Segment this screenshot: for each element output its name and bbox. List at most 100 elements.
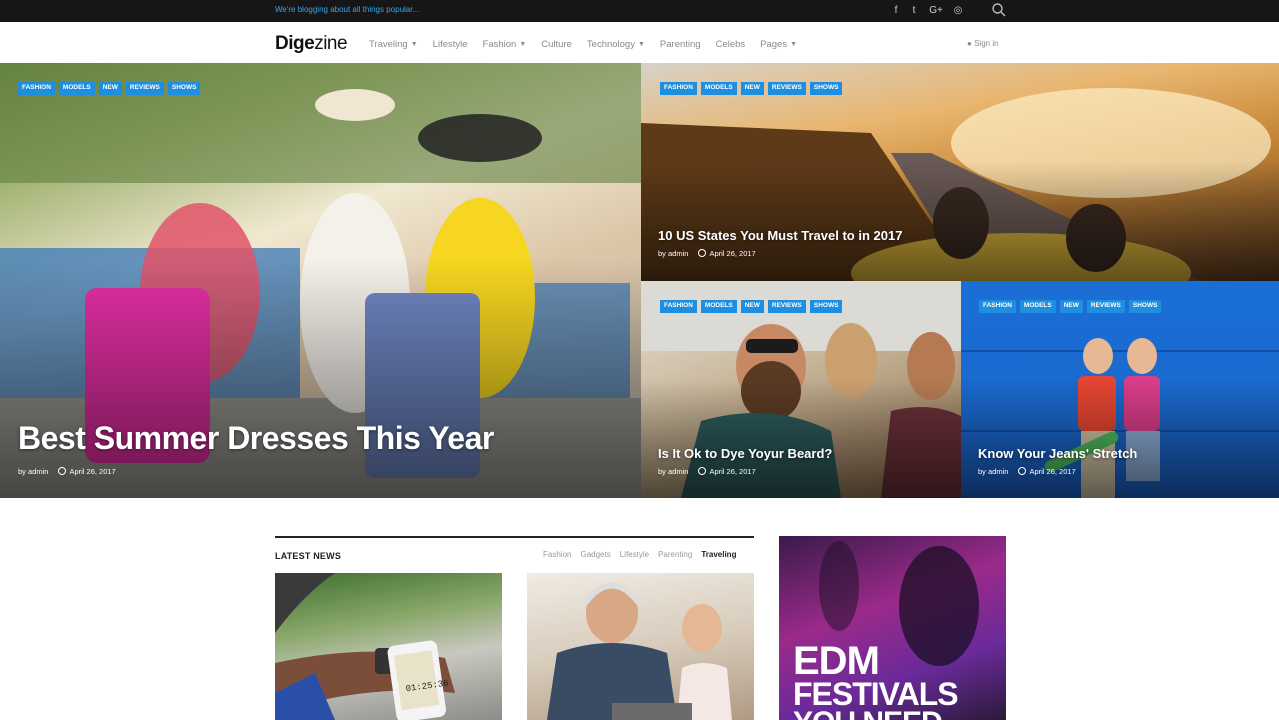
tag-models[interactable]: MODELS [700, 82, 737, 95]
tag-reviews[interactable]: REVIEWS [125, 82, 164, 95]
nav-item-lifestyle[interactable]: Lifestyle [433, 39, 468, 50]
hero-travel-title[interactable]: 10 US States You Must Travel to in 2017 [658, 228, 902, 243]
hero-main-tags: FASHION MODELS NEW REVIEWS SHOWS [18, 82, 201, 95]
hero-beard-meta: by admin April 26, 2017 [658, 467, 756, 476]
post-date-text: April 26, 2017 [709, 467, 756, 476]
chevron-down-icon: ▼ [790, 41, 798, 48]
tab-traveling[interactable]: Traveling [701, 550, 736, 559]
sign-in-label: Sign in [974, 39, 999, 48]
tag-new[interactable]: NEW [740, 82, 764, 95]
user-icon: ● [967, 39, 972, 48]
news-card-fitness-image: 01:25:36 [275, 573, 455, 720]
hero-travel-shade [641, 161, 1279, 281]
hero-jeans-tags: FASHION MODELS NEW REVIEWS SHOWS [979, 300, 1162, 313]
tag-models[interactable]: MODELS [700, 300, 737, 313]
tag-reviews[interactable]: REVIEWS [1086, 300, 1125, 313]
nav-item-label: Technology [586, 39, 635, 50]
nav-item-label: Parenting [659, 39, 701, 50]
hero-main-title[interactable]: Best Summer Dresses This Year [18, 420, 494, 457]
tag-fashion[interactable]: FASHION [979, 300, 1016, 313]
nav-item-pages[interactable]: Pages ▼ [760, 39, 797, 50]
hero-jeans-meta: by admin April 26, 2017 [978, 467, 1076, 476]
sign-in-link[interactable]: ● Sign in [967, 39, 999, 48]
tag-fashion[interactable]: FASHION [660, 300, 697, 313]
post-date: April 26, 2017 [698, 249, 756, 258]
chevron-down-icon: ▼ [410, 41, 418, 48]
news-card-parenting-image [547, 582, 732, 720]
hero-beard-tags: FASHION MODELS NEW REVIEWS SHOWS [660, 300, 843, 313]
post-date-text: April 26, 2017 [69, 467, 116, 476]
chevron-down-icon: ▼ [637, 41, 645, 48]
news-card-parenting[interactable] [527, 573, 754, 720]
nav-item-fashion[interactable]: Fashion ▼ [483, 39, 527, 50]
hero-jeans-title[interactable]: Know Your Jeans' Stretch [978, 446, 1137, 461]
nav-item-technology[interactable]: Technology ▼ [587, 39, 645, 50]
tag-reviews[interactable]: REVIEWS [767, 300, 806, 313]
ad-line-3: YOU NEED [793, 708, 943, 720]
post-date-text: April 26, 2017 [1029, 467, 1076, 476]
hero-tile-travel[interactable]: FASHION MODELS NEW REVIEWS SHOWS 10 US S… [641, 63, 1279, 281]
nav-item-label: Pages [760, 39, 788, 50]
post-date: April 26, 2017 [698, 467, 756, 476]
ad-line-1: EDM [793, 639, 880, 683]
tab-fashion[interactable]: Fashion [543, 550, 571, 559]
google-plus-icon[interactable]: G+ [929, 3, 943, 17]
search-icon[interactable] [991, 2, 1007, 18]
tag-shows[interactable]: SHOWS [167, 82, 201, 95]
tag-new[interactable]: NEW [740, 300, 764, 313]
tab-parenting[interactable]: Parenting [658, 550, 692, 559]
instagram-icon[interactable]: ◎ [952, 3, 964, 17]
post-author[interactable]: by admin [658, 249, 688, 258]
chevron-down-icon: ▼ [519, 41, 527, 48]
top-bar: We're blogging about all things popular.… [0, 0, 1279, 22]
tag-reviews[interactable]: REVIEWS [767, 82, 806, 95]
ad-banner-edm[interactable]: EDM FESTIVALS YOU NEED [779, 536, 1006, 720]
main-nav: Traveling ▼ Lifestyle Fashion ▼ Culture Techno… [369, 39, 812, 50]
clock-icon [698, 249, 707, 257]
post-date-text: April 26, 2017 [709, 249, 756, 258]
nav-item-traveling[interactable]: Traveling ▼ [369, 39, 418, 50]
nav-item-label: Lifestyle [432, 39, 468, 50]
tag-shows[interactable]: SHOWS [1128, 300, 1162, 313]
clock-icon [1018, 467, 1027, 475]
hero-beard-title[interactable]: Is It Ok to Dye Yoyur Beard? [658, 446, 832, 461]
tag-models[interactable]: MODELS [1019, 300, 1056, 313]
tag-models[interactable]: MODELS [58, 82, 95, 95]
logo-bold: Dige [275, 33, 315, 54]
tag-new[interactable]: NEW [98, 82, 122, 95]
tag-shows[interactable]: SHOWS [809, 82, 843, 95]
logo-light: zine [314, 33, 348, 54]
latest-news-rule [275, 536, 754, 538]
nav-item-label: Culture [541, 39, 572, 50]
latest-news-tabs: Fashion Gadgets Lifestyle Parenting Travelin… [543, 550, 736, 559]
hero-tile-beard[interactable]: FASHION MODELS NEW REVIEWS SHOWS Is It O… [641, 281, 961, 498]
post-date: April 26, 2017 [1018, 467, 1076, 476]
nav-item-celebs[interactable]: Celebs [716, 39, 746, 50]
nav-item-parenting[interactable]: Parenting [660, 39, 701, 50]
site-tagline: We're blogging about all things popular.… [275, 5, 420, 14]
post-author[interactable]: by admin [18, 467, 48, 476]
hero-tile-main[interactable]: FASHION MODELS NEW REVIEWS SHOWS Best Su… [0, 63, 641, 498]
hero-tile-jeans[interactable]: FASHION MODELS NEW REVIEWS SHOWS Know Yo… [961, 281, 1279, 498]
tag-shows[interactable]: SHOWS [809, 300, 843, 313]
news-card-fitness[interactable]: 01:25:36 [275, 573, 502, 720]
tag-fashion[interactable]: FASHION [18, 82, 55, 95]
tab-lifestyle[interactable]: Lifestyle [620, 550, 649, 559]
hero-main-shade [0, 258, 641, 498]
latest-news-title: LATEST NEWS [275, 551, 342, 561]
hero-jeans-shade [961, 378, 1279, 498]
post-author[interactable]: by admin [658, 467, 688, 476]
tab-gadgets[interactable]: Gadgets [580, 550, 610, 559]
tag-fashion[interactable]: FASHION [660, 82, 697, 95]
twitter-icon[interactable]: t [908, 3, 920, 17]
post-author[interactable]: by admin [978, 467, 1008, 476]
nav-item-label: Traveling [369, 39, 408, 50]
tag-new[interactable]: NEW [1059, 300, 1083, 313]
clock-icon [58, 467, 67, 475]
nav-item-culture[interactable]: Culture [541, 39, 572, 50]
clock-icon [698, 467, 707, 475]
facebook-icon[interactable]: f [891, 3, 901, 17]
hero-travel-meta: by admin April 26, 2017 [658, 249, 756, 258]
hero-main-meta: by admin April 26, 2017 [18, 467, 116, 476]
site-logo[interactable]: Digezine [275, 33, 348, 55]
